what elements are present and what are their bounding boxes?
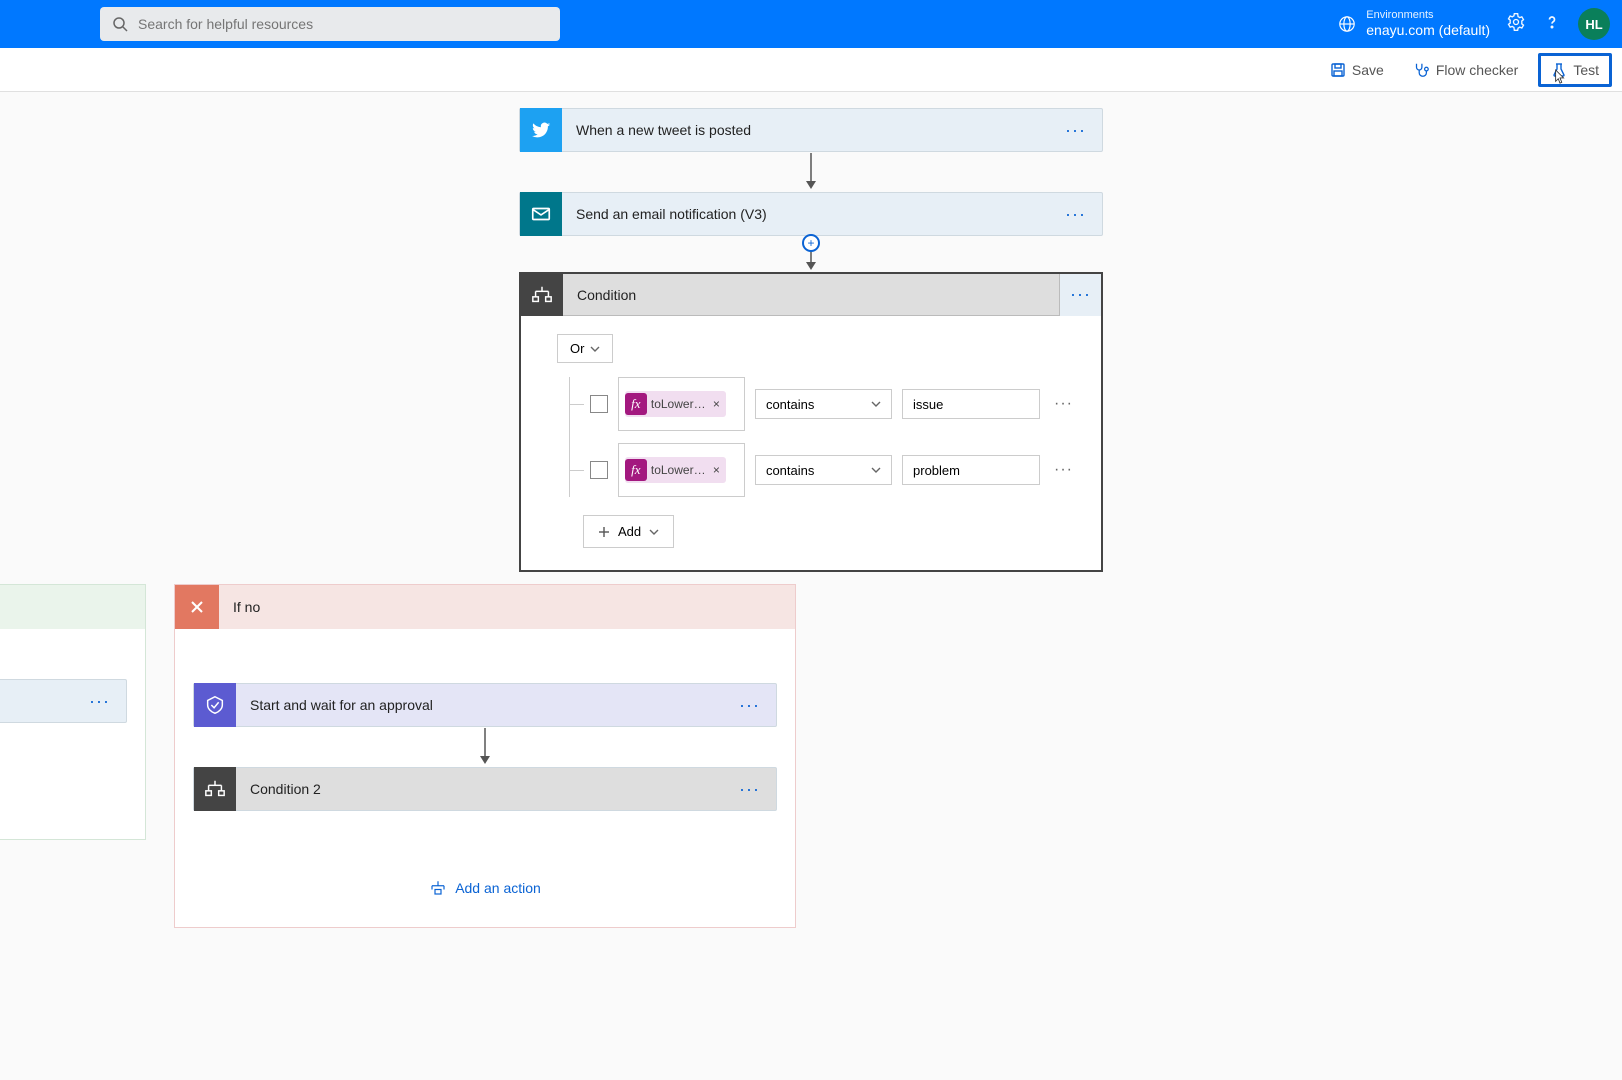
fx-badge-icon: fx xyxy=(625,459,647,481)
email-step-card[interactable]: Send an email notification (V3) ··· xyxy=(519,192,1103,236)
settings-icon[interactable] xyxy=(1506,12,1526,37)
test-label: Test xyxy=(1573,62,1599,78)
expression-text: toLower(... xyxy=(651,397,707,411)
environment-icon xyxy=(1338,15,1356,33)
chevron-down-icon xyxy=(590,344,600,354)
operator-label: contains xyxy=(766,397,814,412)
expression-text: toLower(... xyxy=(651,463,707,477)
search-input[interactable] xyxy=(138,16,548,32)
add-condition-label: Add xyxy=(618,524,641,539)
trigger-more-button[interactable]: ··· xyxy=(1049,120,1102,141)
twitter-icon xyxy=(520,108,562,152)
if-no-header: If no xyxy=(175,585,795,629)
email-step-more-button[interactable]: ··· xyxy=(1049,204,1102,225)
condition-title: Condition xyxy=(563,287,1059,303)
save-button[interactable]: Save xyxy=(1322,56,1392,84)
condition-icon xyxy=(521,274,563,316)
condition-row: fx toLower(... × contains ··· xyxy=(570,377,1077,431)
add-step-button[interactable]: + xyxy=(802,234,820,252)
if-no-title: If no xyxy=(219,599,260,615)
add-action-button[interactable]: Add an action xyxy=(193,879,777,897)
connector-arrow xyxy=(804,152,818,192)
yes-step-card[interactable]: rd ··· xyxy=(0,679,127,723)
save-icon xyxy=(1330,62,1346,78)
chevron-down-icon xyxy=(871,465,881,475)
expression-field[interactable]: fx toLower(... × xyxy=(618,443,745,497)
connector-arrow xyxy=(193,727,777,767)
add-condition-button[interactable]: Add xyxy=(583,515,674,548)
condition-more-button[interactable]: ··· xyxy=(1059,274,1101,316)
if-no-branch: If no Start and wait for an approval ··· xyxy=(174,584,796,928)
command-bar: Save Flow checker Test xyxy=(0,48,1622,92)
value-input[interactable] xyxy=(902,455,1040,485)
top-navigation: Environments enayu.com (default) HL xyxy=(0,0,1622,48)
approval-title: Start and wait for an approval xyxy=(236,697,723,713)
value-input[interactable] xyxy=(902,389,1040,419)
search-icon xyxy=(112,16,128,32)
test-button[interactable]: Test xyxy=(1538,53,1612,87)
cursor-icon xyxy=(1553,69,1567,85)
user-avatar[interactable]: HL xyxy=(1578,8,1610,40)
environment-name: enayu.com (default) xyxy=(1366,22,1490,39)
approval-step-card[interactable]: Start and wait for an approval ··· xyxy=(193,683,777,727)
if-yes-header xyxy=(0,585,145,629)
fx-badge-icon: fx xyxy=(625,393,647,415)
flow-checker-button[interactable]: Flow checker xyxy=(1404,55,1526,85)
email-step-title: Send an email notification (V3) xyxy=(562,206,1049,222)
row-more-button[interactable]: ··· xyxy=(1050,395,1077,413)
row-checkbox[interactable] xyxy=(590,461,608,479)
add-action-icon xyxy=(429,879,447,897)
condition2-title: Condition 2 xyxy=(236,781,723,797)
add-action-button[interactable]: Add an action xyxy=(0,791,127,809)
save-label: Save xyxy=(1352,62,1384,78)
condition2-card[interactable]: Condition 2 ··· xyxy=(193,767,777,811)
operator-label: contains xyxy=(766,463,814,478)
remove-token-button[interactable]: × xyxy=(711,463,722,477)
help-icon[interactable] xyxy=(1542,12,1562,37)
plus-icon xyxy=(598,526,610,538)
flow-canvas: When a new tweet is posted ··· Send an e… xyxy=(0,92,1622,928)
chevron-down-icon xyxy=(871,399,881,409)
condition2-more-button[interactable]: ··· xyxy=(723,779,776,800)
trigger-card[interactable]: When a new tweet is posted ··· xyxy=(519,108,1103,152)
operator-dropdown[interactable]: contains xyxy=(755,389,892,419)
yes-step-more-button[interactable]: ··· xyxy=(73,691,126,712)
row-checkbox[interactable] xyxy=(590,395,608,413)
add-action-label: Add an action xyxy=(455,880,541,896)
trigger-title: When a new tweet is posted xyxy=(562,122,1049,138)
environment-picker[interactable]: Environments enayu.com (default) xyxy=(1338,9,1490,39)
remove-token-button[interactable]: × xyxy=(711,397,722,411)
condition-icon xyxy=(194,767,236,811)
flow-checker-label: Flow checker xyxy=(1436,62,1518,78)
condition-card[interactable]: Condition ··· Or fx toLower(... xyxy=(519,272,1103,572)
operator-dropdown[interactable]: contains xyxy=(755,455,892,485)
group-operator-label: Or xyxy=(570,341,584,356)
if-yes-branch: rd ··· Add an action xyxy=(0,584,146,840)
search-box[interactable] xyxy=(100,7,560,41)
condition-row: fx toLower(... × contains ··· xyxy=(570,443,1077,497)
stethoscope-icon xyxy=(1412,61,1430,79)
yes-step-title: rd xyxy=(0,693,73,709)
chevron-down-icon xyxy=(649,527,659,537)
approval-icon xyxy=(194,683,236,727)
mail-icon xyxy=(520,192,562,236)
expression-field[interactable]: fx toLower(... × xyxy=(618,377,745,431)
group-operator-dropdown[interactable]: Or xyxy=(557,334,613,363)
connector-arrow-plus: + xyxy=(804,236,818,272)
close-icon xyxy=(175,585,219,629)
row-more-button[interactable]: ··· xyxy=(1050,461,1077,479)
approval-more-button[interactable]: ··· xyxy=(723,695,776,716)
environment-label: Environments xyxy=(1366,9,1490,22)
